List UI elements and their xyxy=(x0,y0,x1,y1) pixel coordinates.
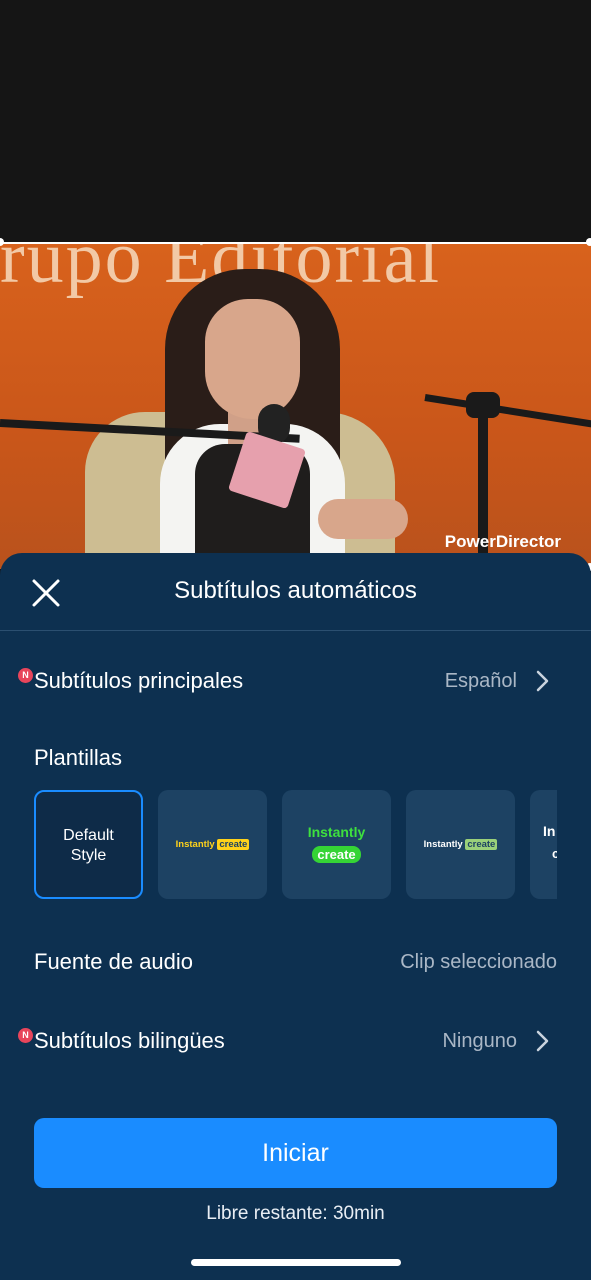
template-word1: Instantly xyxy=(175,839,215,850)
sheet-title: Subtítulos automáticos xyxy=(174,577,417,604)
top-black-area xyxy=(0,0,591,242)
template-white-highlight[interactable]: Instantly create xyxy=(406,790,515,899)
template-default-line2: Style xyxy=(70,847,107,864)
template-default-text: Default Style xyxy=(36,826,141,866)
home-indicator[interactable] xyxy=(191,1259,401,1266)
template-default-style[interactable]: Default Style xyxy=(34,790,143,899)
template-word2-wrap: create xyxy=(282,846,391,864)
template-partial[interactable]: In c xyxy=(530,790,557,899)
template-word2: create xyxy=(312,846,361,863)
template-word2: create xyxy=(465,839,498,850)
video-preview[interactable]: rupo Editorial PowerDirector xyxy=(0,242,591,569)
template-preview-text: Instantly create xyxy=(406,839,515,850)
divider xyxy=(0,630,591,631)
remaining-time: Libre restante: 30min xyxy=(206,1203,385,1224)
template-word1: In xyxy=(543,823,556,839)
person-face xyxy=(205,299,300,419)
audio-source-value: Clip seleccionado xyxy=(400,951,557,973)
template-word2: create xyxy=(217,839,250,850)
mic-boom-right xyxy=(424,394,591,428)
template-word1: Instantly xyxy=(423,839,463,850)
template-green-stacked[interactable]: Instantly create xyxy=(282,790,391,899)
audio-source-label: Fuente de audio xyxy=(34,949,194,974)
bilingual-subtitles-value: Ninguno xyxy=(442,1030,517,1052)
template-word2: c xyxy=(552,846,557,861)
start-button[interactable]: Iniciar xyxy=(34,1118,557,1188)
chevron-right-icon xyxy=(536,1030,549,1052)
watermark-label: PowerDirector xyxy=(444,532,561,551)
auto-subtitles-sheet: Subtítulos automáticos N Subtítulos prin… xyxy=(0,553,591,1280)
chevron-right-icon xyxy=(536,670,549,692)
bilingual-subtitles-label: Subtítulos bilingües xyxy=(34,1028,225,1053)
main-subtitles-label: Subtítulos principales xyxy=(34,668,244,693)
template-preview-text: Instantly create xyxy=(158,839,267,850)
person-hands xyxy=(318,499,408,539)
crop-handle-top-right[interactable] xyxy=(586,238,591,246)
template-default-line1: Default xyxy=(63,827,114,844)
template-yellow-highlight[interactable]: Instantly create xyxy=(158,790,267,899)
new-badge: N xyxy=(18,1028,33,1043)
templates-label: Plantillas xyxy=(34,745,123,770)
main-subtitles-value: Español xyxy=(444,670,517,692)
template-word1: Instantly xyxy=(307,824,366,840)
new-badge: N xyxy=(18,668,33,683)
